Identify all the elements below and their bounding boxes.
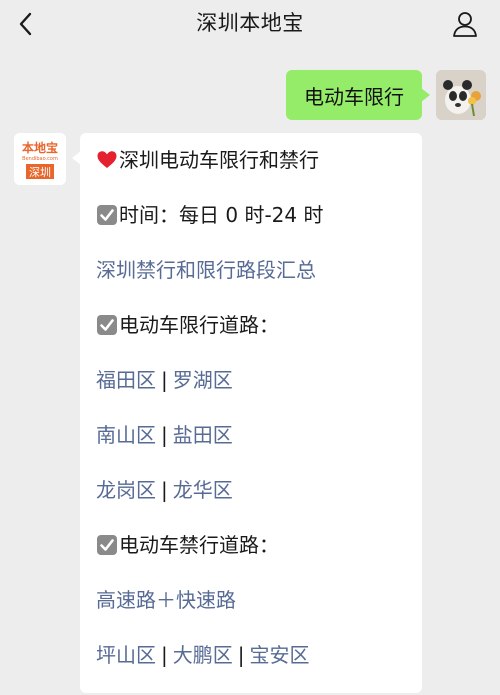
svg-text:本地宝: 本地宝 bbox=[22, 140, 58, 155]
red-heart-icon bbox=[97, 151, 117, 168]
district-row: 南山区 | 盐田区 bbox=[96, 420, 406, 475]
check-box-icon bbox=[97, 315, 117, 335]
district-row: 坪山区 | 大鹏区 | 宝安区 bbox=[96, 640, 406, 695]
time-line: 时间：每日 0 时-24 时 bbox=[96, 200, 406, 255]
svg-text:Bendibao.com: Bendibao.com bbox=[22, 156, 58, 162]
separator: | bbox=[161, 478, 168, 502]
time-text: 时间：每日 0 时-24 时 bbox=[119, 203, 324, 227]
check-box-icon bbox=[97, 535, 117, 555]
district-link[interactable]: 福田区 bbox=[96, 365, 156, 395]
user-avatar-image bbox=[436, 70, 486, 120]
summary-link[interactable]: 深圳禁行和限行路段汇总 bbox=[96, 255, 316, 285]
district-row: 福田区 | 罗湖区 bbox=[96, 365, 406, 420]
outgoing-message-bubble[interactable]: 电动车限行 bbox=[286, 70, 430, 120]
district-link[interactable]: 罗湖区 bbox=[173, 365, 233, 395]
district-link[interactable]: 南山区 bbox=[96, 420, 156, 450]
svg-text:深圳: 深圳 bbox=[29, 166, 51, 179]
separator: | bbox=[161, 368, 168, 392]
profile-button[interactable] bbox=[448, 7, 482, 41]
district-link[interactable]: 龙岗区 bbox=[96, 475, 156, 505]
limit-heading-line: 电动车限行道路： bbox=[96, 310, 406, 365]
district-link[interactable]: 盐田区 bbox=[173, 420, 233, 450]
district-row: 龙岗区 | 龙华区 bbox=[96, 475, 406, 530]
summary-link-line: 深圳禁行和限行路段汇总 bbox=[96, 255, 406, 310]
outgoing-message-text: 电动车限行 bbox=[304, 84, 404, 109]
official-account-avatar[interactable]: 本地宝 Bendibao.com 深圳 bbox=[14, 133, 66, 185]
bendibao-logo-icon: 本地宝 Bendibao.com 深圳 bbox=[14, 133, 66, 185]
expressway-link[interactable]: 高速路＋快速路 bbox=[96, 585, 236, 615]
message-heading: 深圳电动车限行和禁行 bbox=[119, 148, 319, 172]
district-link[interactable]: 龙华区 bbox=[173, 475, 233, 505]
ban-link-line: 高速路＋快速路 bbox=[96, 585, 406, 640]
user-avatar[interactable] bbox=[436, 70, 486, 120]
message-heading-line: 深圳电动车限行和禁行 bbox=[96, 145, 406, 200]
check-box-icon bbox=[97, 205, 117, 225]
incoming-message-bubble: 深圳电动车限行和禁行 时间：每日 0 时-24 时 深圳禁行和限行路段汇总 电动… bbox=[72, 133, 422, 695]
separator: | bbox=[161, 423, 168, 447]
page-title: 深圳本地宝 bbox=[196, 11, 304, 35]
ban-heading-line: 电动车禁行道路： bbox=[96, 530, 406, 585]
person-icon bbox=[453, 12, 477, 37]
top-bar: 深圳本地宝 bbox=[0, 0, 500, 48]
limit-heading: 电动车限行道路： bbox=[119, 313, 279, 337]
ban-heading: 电动车禁行道路： bbox=[119, 533, 279, 557]
